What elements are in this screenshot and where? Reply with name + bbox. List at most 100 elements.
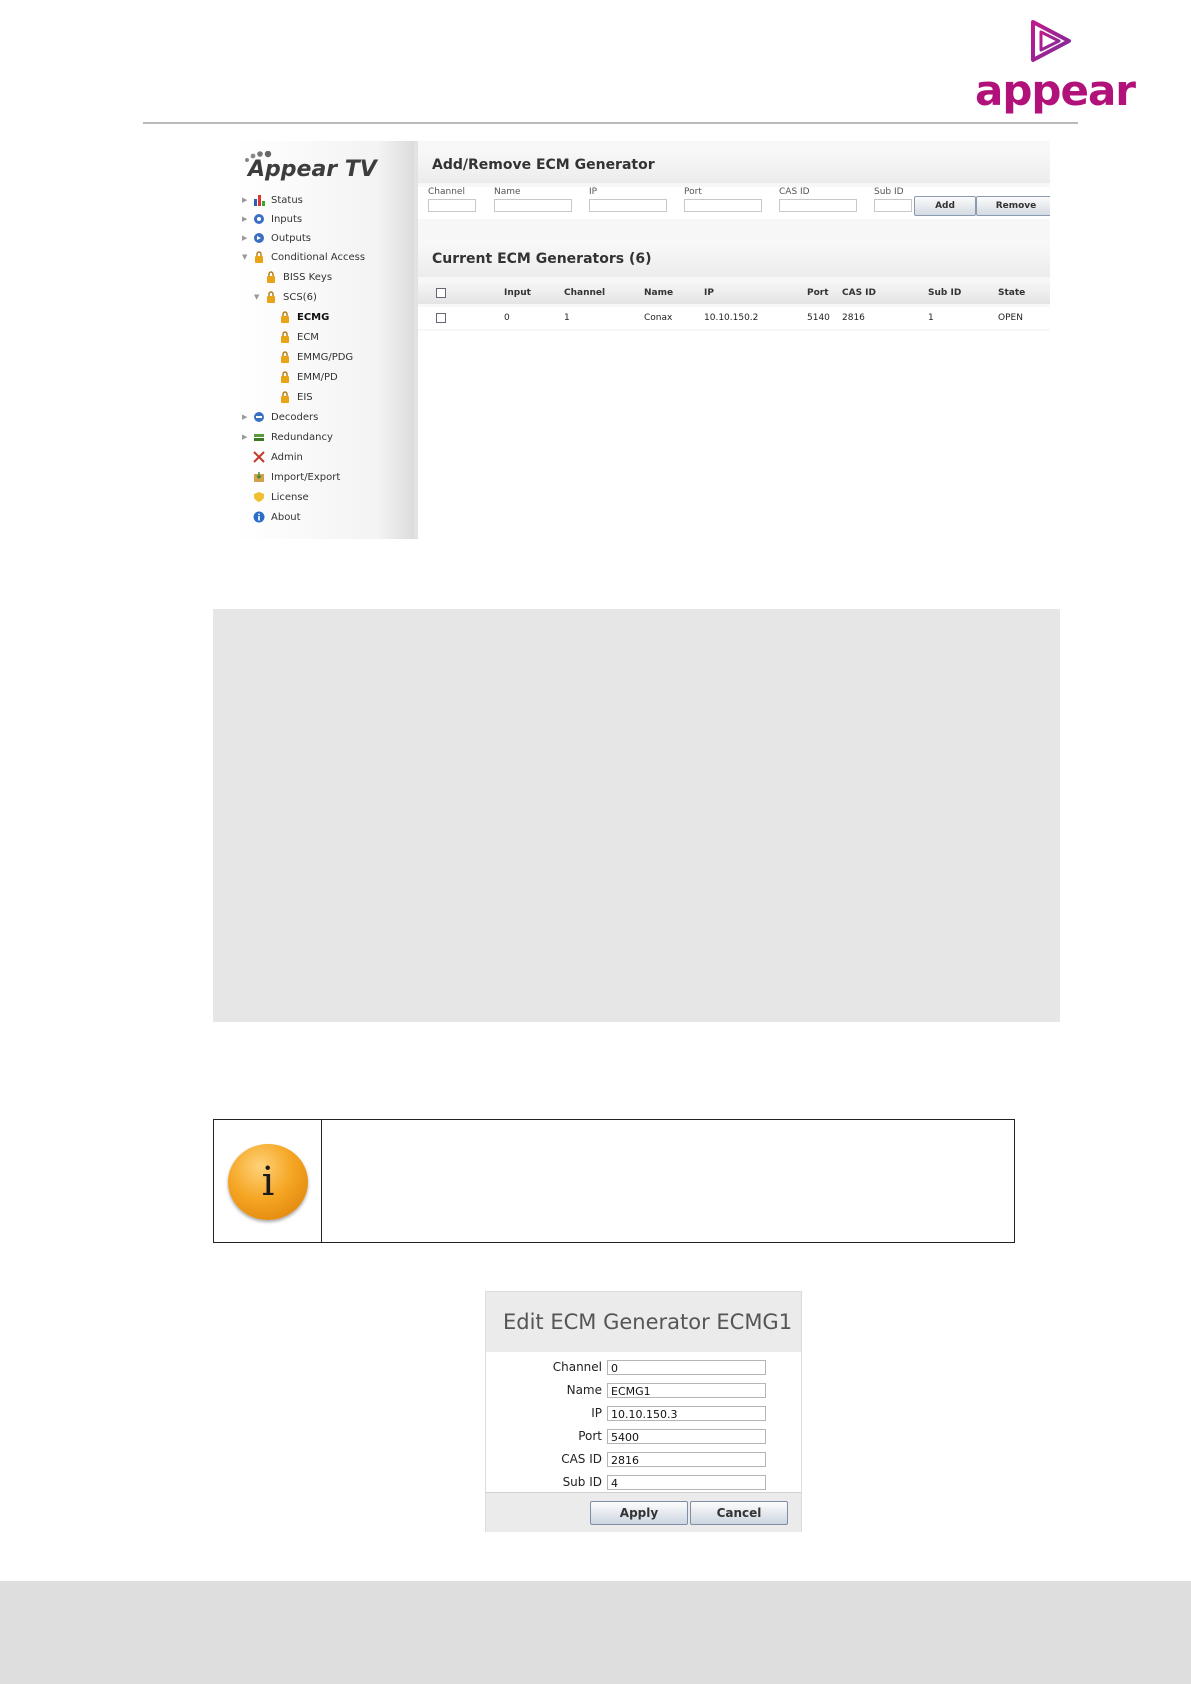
lock-icon [264,291,278,303]
main-panel: Add/Remove ECM Generator Channel Name IP… [418,141,1050,539]
import-export-icon [252,471,266,483]
table-empty-area [418,331,1050,539]
cas-id-input[interactable] [779,199,857,212]
channel-field: Channel [428,187,476,212]
port-input[interactable]: 5400 [607,1429,766,1444]
sidebar-item-scs[interactable]: ▼ SCS(6) [254,288,317,306]
column-ip[interactable]: IP [704,282,714,304]
row-checkbox[interactable] [436,307,446,329]
sidebar-item-ecm[interactable]: ECM [278,328,319,346]
cell-sub-id: 1 [928,313,934,323]
sidebar-item-emmg-pdg[interactable]: EMMG/PDG [278,348,353,366]
column-cas-id[interactable]: CAS ID [842,282,876,304]
bar-chart-icon [252,194,266,206]
page-footer [0,1581,1191,1684]
ecmg-ui-screenshot: Appear TV ▶ Status ▶ Inputs ▶ Outputs ▼ … [236,141,1050,539]
cancel-button[interactable]: Cancel [690,1501,788,1525]
table-row[interactable]: 0 1 Conax 10.10.150.2 5140 2816 1 OPEN [418,307,1050,329]
tools-icon [252,451,266,463]
expand-arrow-icon[interactable]: ▶ [242,196,252,204]
info-icon: i [228,1144,308,1220]
cell-channel: 1 [564,313,570,323]
name-input[interactable] [494,199,572,212]
cell-port: 5140 [807,313,830,323]
appear-logo: appear [975,18,1136,118]
collapse-arrow-icon[interactable]: ▼ [254,293,264,301]
logo-wordmark: appear [975,66,1136,115]
column-name[interactable]: Name [644,282,673,304]
remove-button[interactable]: Remove [976,196,1050,216]
column-input[interactable]: Input [504,282,531,304]
cell-input: 0 [504,313,510,323]
column-channel[interactable]: Channel [564,282,605,304]
add-remove-title: Add/Remove ECM Generator [418,147,1050,183]
appear-tv-brand: Appear TV [244,151,404,185]
sidebar-item-ecmg[interactable]: ECMG [278,308,329,326]
note-divider [321,1120,322,1242]
input-icon [252,213,266,225]
redundancy-icon [252,431,266,443]
name-field: Name [494,187,572,212]
current-ecmg-title: Current ECM Generators (6) [418,241,1050,277]
collapse-arrow-icon[interactable]: ▼ [242,253,252,261]
expand-arrow-icon[interactable]: ▶ [242,234,252,242]
sidebar-item-import-export[interactable]: Import/Export [252,468,340,486]
sidebar-item-decoders[interactable]: ▶ Decoders [242,408,318,426]
sidebar-item-outputs[interactable]: ▶ Outputs [242,229,311,247]
sidebar-item-redundancy[interactable]: ▶ Redundancy [242,428,333,446]
info-note-box: i [213,1119,1015,1243]
port-input[interactable] [684,199,762,212]
cas-id-input[interactable]: 2816 [607,1452,766,1467]
shield-icon [252,491,266,503]
channel-row: Channel 0 [486,1358,801,1380]
output-icon [252,232,266,244]
lock-icon [278,371,292,383]
ip-input[interactable]: 10.10.150.3 [607,1406,766,1421]
cas-id-row: CAS ID 2816 [486,1450,801,1472]
apply-button[interactable]: Apply [590,1501,688,1525]
ip-row: IP 10.10.150.3 [486,1404,801,1426]
sub-id-input[interactable]: 4 [607,1475,766,1490]
add-button[interactable]: Add [914,196,976,216]
column-state[interactable]: State [998,282,1025,304]
channel-input[interactable] [428,199,476,212]
dialog-title: Edit ECM Generator ECMG1 [486,1292,801,1352]
expand-arrow-icon[interactable]: ▶ [242,413,252,421]
lock-icon [264,271,278,283]
channel-input[interactable]: 0 [607,1360,766,1375]
ip-field: IP [589,187,667,212]
name-input[interactable]: ECMG1 [607,1383,766,1398]
sidebar: Appear TV ▶ Status ▶ Inputs ▶ Outputs ▼ … [236,141,418,539]
name-row: Name ECMG1 [486,1381,801,1403]
select-all-checkbox[interactable] [436,282,446,304]
text-placeholder-block [213,609,1060,1022]
sidebar-item-about[interactable]: About [252,508,301,526]
sidebar-item-conditional-access[interactable]: ▼ Conditional Access [242,248,365,266]
column-port[interactable]: Port [807,282,829,304]
decoder-icon [252,411,266,423]
lock-icon [252,251,266,263]
cas-id-field: CAS ID [779,187,857,212]
expand-arrow-icon[interactable]: ▶ [242,215,252,223]
sidebar-item-biss-keys[interactable]: BISS Keys [264,268,332,286]
port-row: Port 5400 [486,1427,801,1449]
cell-state: OPEN [998,313,1023,323]
column-sub-id[interactable]: Sub ID [928,282,961,304]
expand-arrow-icon[interactable]: ▶ [242,433,252,441]
sidebar-item-emm-pd[interactable]: EMM/PD [278,368,338,386]
table-header: Input Channel Name IP Port CAS ID Sub ID… [418,282,1050,304]
header-divider [143,122,1078,124]
sub-id-field: Sub ID [874,187,912,212]
ip-input[interactable] [589,199,667,212]
sidebar-item-admin[interactable]: Admin [252,448,303,466]
lock-icon [278,391,292,403]
cell-ip: 10.10.150.2 [704,313,759,323]
sidebar-item-license[interactable]: License [252,488,309,506]
brand-name: Appear TV [248,157,377,182]
lock-icon [278,331,292,343]
sub-id-input[interactable] [874,199,912,212]
sidebar-item-inputs[interactable]: ▶ Inputs [242,210,302,228]
sidebar-item-status[interactable]: ▶ Status [242,191,303,209]
sidebar-item-eis[interactable]: EIS [278,388,313,406]
port-field: Port [684,187,762,212]
